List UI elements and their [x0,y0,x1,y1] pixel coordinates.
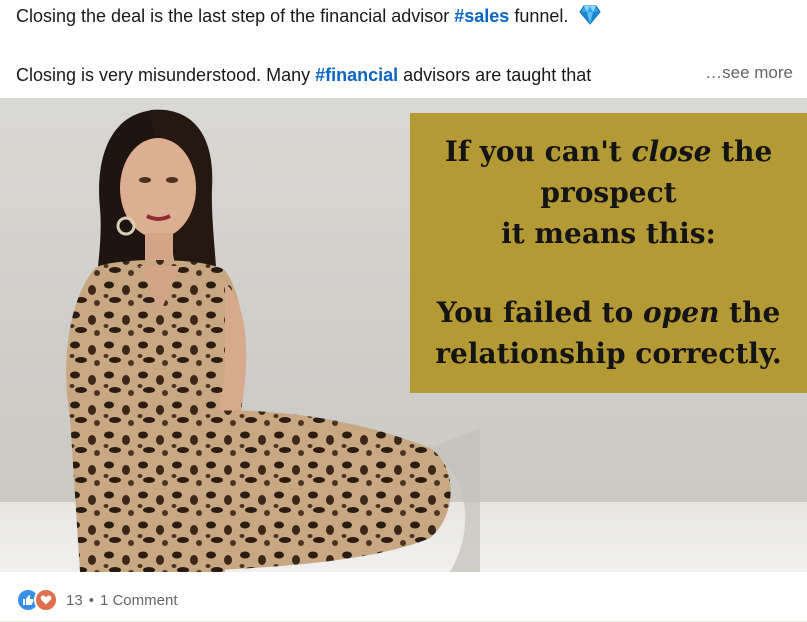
social-counts: 13 • 1 Comment [16,588,177,612]
card-line-1: If you can't close the [444,135,773,168]
card-line-5: relationship correctly. [435,337,782,370]
post-image[interactable]: If you can't close the prospect it means… [0,98,807,572]
post-text: Closing the deal is the last step of the… [16,6,455,26]
woman-photo [66,109,480,572]
gem-icon [579,5,601,31]
post-text-line-1: Closing the deal is the last step of the… [16,4,793,31]
reactions[interactable] [16,588,58,612]
see-more-link[interactable]: …see more [697,63,793,83]
post-text: Closing is very misunderstood. Many [16,65,316,85]
card-line-4: You failed to open the [436,296,781,329]
comments-count-link[interactable]: 1 Comment [100,592,178,609]
hashtag-sales[interactable]: #sales [454,6,509,26]
post-text-line-2: Closing is very misunderstood. Many #fin… [16,63,793,87]
reaction-count[interactable]: 13 [66,592,83,609]
card-line-2: prospect [540,176,677,209]
card-line-3: it means this: [501,217,716,250]
separator-dot: • [88,591,94,609]
hashtag-financial[interactable]: #financial [315,65,398,85]
post-text: funnel. [509,6,569,26]
love-reaction-icon [34,588,58,612]
quote-card: If you can't close the prospect it means… [410,113,807,393]
post-text: advisors are taught that [398,65,592,85]
